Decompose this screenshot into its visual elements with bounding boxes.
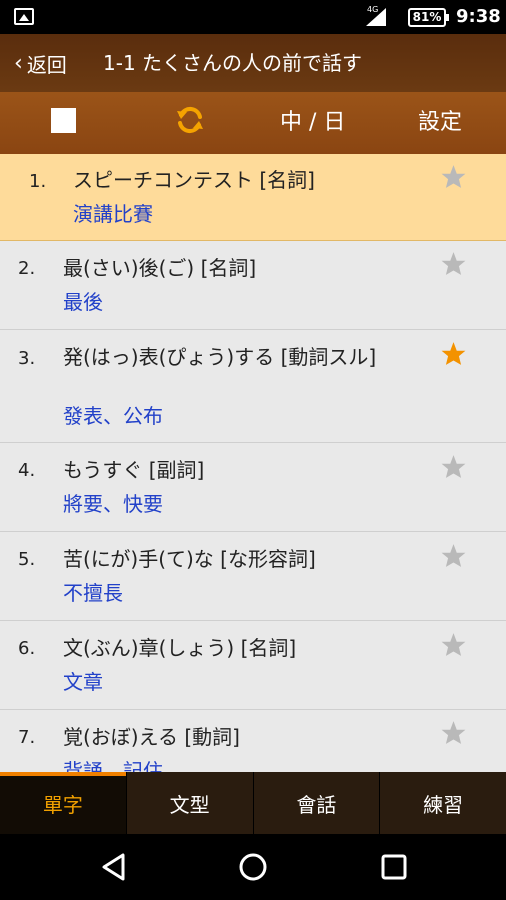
item-number: 6.: [18, 638, 36, 659]
clock: 9:38: [456, 6, 501, 27]
tab-vocabulary[interactable]: 單字: [0, 772, 127, 834]
item-meaning: 發表、公布: [63, 404, 163, 428]
word-list[interactable]: 1. スピーチコンテスト [名詞] 演講比賽 2. 最(さい)後(ご) [名詞]…: [0, 154, 506, 772]
list-item[interactable]: 3. 発(はっ)表(ぴょう)する [動詞スル] 發表、公布: [0, 330, 506, 443]
item-number: 4.: [18, 460, 36, 481]
title-bar: ‹ 返回 1-1 たくさんの人の前で話す: [0, 34, 506, 92]
item-number: 1.: [29, 171, 47, 192]
tab-sentence-patterns[interactable]: 文型: [127, 772, 254, 834]
star-icon-favorited[interactable]: [440, 341, 467, 367]
status-bar: 4G 81% 9:38: [0, 0, 506, 34]
back-triangle-icon[interactable]: [95, 848, 133, 886]
system-navigation-bar: [0, 834, 506, 900]
star-icon[interactable]: [440, 454, 467, 480]
item-word: もうすぐ [副詞]: [63, 458, 205, 482]
list-item[interactable]: 1. スピーチコンテスト [名詞] 演講比賽: [0, 154, 506, 241]
tab-practice[interactable]: 練習: [380, 772, 506, 834]
language-toggle[interactable]: 中 / 日: [280, 92, 345, 154]
page-title: 1-1 たくさんの人の前で話す: [103, 51, 363, 75]
item-word: 覚(おぼ)える [動詞]: [63, 725, 240, 749]
item-word: 文(ぶん)章(しょう) [名詞]: [63, 636, 297, 660]
star-icon[interactable]: [440, 251, 467, 277]
tab-conversation[interactable]: 會話: [254, 772, 381, 834]
item-meaning: 最後: [63, 290, 103, 314]
select-all-checkbox[interactable]: [51, 108, 76, 133]
bottom-tab-bar: 單字 文型 會話 練習: [0, 772, 506, 834]
settings-button[interactable]: 設定: [418, 92, 462, 154]
item-meaning: 背誦、記住: [63, 759, 163, 772]
list-item[interactable]: 7. 覚(おぼ)える [動詞] 背誦、記住: [0, 710, 506, 772]
item-meaning: 將要、快要: [63, 492, 163, 516]
item-word: 発(はっ)表(ぴょう)する [動詞スル]: [63, 345, 377, 369]
chevron-left-icon: ‹: [14, 50, 23, 76]
recents-square-icon[interactable]: [375, 848, 413, 886]
star-icon[interactable]: [440, 543, 467, 569]
item-meaning: 文章: [63, 670, 103, 694]
item-word: スピーチコンテスト [名詞]: [73, 168, 315, 192]
star-icon[interactable]: [440, 164, 467, 190]
item-number: 5.: [18, 549, 36, 570]
battery-icon: 81%: [408, 8, 449, 27]
list-item[interactable]: 2. 最(さい)後(ご) [名詞] 最後: [0, 241, 506, 330]
back-label: 返回: [26, 52, 67, 77]
star-icon[interactable]: [440, 720, 467, 746]
back-button[interactable]: ‹ 返回: [14, 34, 67, 92]
image-notification-icon: [14, 8, 34, 25]
item-word: 最(さい)後(ご) [名詞]: [63, 256, 257, 280]
item-number: 3.: [18, 348, 36, 369]
star-icon[interactable]: [440, 632, 467, 658]
item-meaning: 演講比賽: [73, 202, 153, 226]
home-circle-icon[interactable]: [234, 848, 272, 886]
network-type: 4G: [367, 5, 379, 14]
item-number: 2.: [18, 258, 36, 279]
list-item[interactable]: 6. 文(ぶん)章(しょう) [名詞] 文章: [0, 621, 506, 710]
list-item[interactable]: 4. もうすぐ [副詞] 將要、快要: [0, 443, 506, 532]
item-meaning: 不擅長: [63, 581, 123, 605]
item-number: 7.: [18, 727, 36, 748]
item-word: 苦(にが)手(て)な [な形容詞]: [63, 547, 316, 571]
refresh-icon[interactable]: [174, 104, 206, 136]
list-item[interactable]: 5. 苦(にが)手(て)な [な形容詞] 不擅長: [0, 532, 506, 621]
